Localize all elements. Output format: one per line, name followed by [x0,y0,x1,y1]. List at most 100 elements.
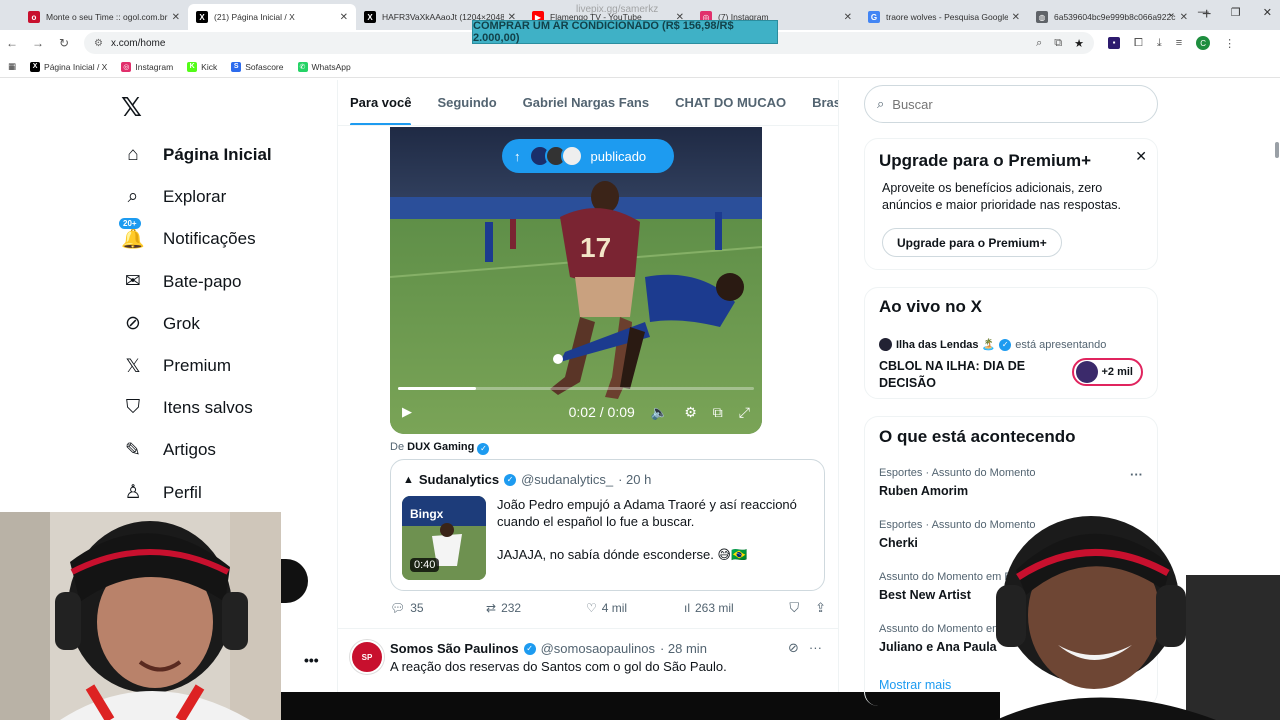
timeline-tab[interactable]: Para você [350,80,412,125]
timeline-tab[interactable]: Seguindo [437,80,496,125]
quoted-video-thumbnail[interactable]: Bingx 0:40 [402,496,486,580]
browser-tab[interactable]: X (21) Página Inicial / X ✕ [188,4,356,30]
svg-text:Bingx: Bingx [410,507,444,521]
pip-icon[interactable]: ⧉ [713,404,723,421]
zoom-icon[interactable]: ⌕ [1036,37,1042,50]
bookmark-favicon-icon: K [187,61,198,72]
verified-icon: ✓ [477,443,490,455]
settings-gear-icon[interactable]: ⚙ [684,404,697,421]
x-logo-icon[interactable]: 𝕏 [121,92,142,123]
live-host-row[interactable]: Ilha das Lendas 🏝️ ✓ está apresentando [879,338,1106,351]
reload-icon[interactable]: ↻ [58,36,70,50]
repost-button[interactable]: ⇄ 232 [486,601,586,615]
site-info-icon[interactable]: ⚙ [94,38,103,49]
nav-item-x-premium[interactable]: 𝕏 Premium [121,345,272,387]
grok-icon: ⊘ [125,313,141,335]
extension-icon[interactable]: ▪ [1108,37,1120,49]
search-input[interactable] [892,96,1123,112]
nav-item-label: Premium [163,356,232,376]
svg-text:17: 17 [580,232,611,263]
profile-avatar[interactable]: C [1196,36,1211,50]
reply-count: 35 [410,601,424,615]
close-icon[interactable]: ✕ [340,12,348,23]
puzzle-icon[interactable]: ⧠ [1134,37,1143,50]
bookmark-item[interactable]: ✆ WhatsApp [297,61,351,72]
apps-grid-icon[interactable]: ▦ [8,61,16,72]
close-icon[interactable]: ✕ [1263,6,1272,19]
quoted-author-handle[interactable]: @sudanalytics_ [521,472,613,487]
nav-item-bell[interactable]: 🔔 20+ Notificações [119,218,272,260]
browser-tab[interactable]: o Monte o seu Time :: ogol.com.br ✕ [20,4,188,30]
like-button[interactable]: ♡ 4 mil [586,601,684,615]
upgrade-premium-button[interactable]: Upgrade para o Premium+ [882,228,1062,257]
share-icon[interactable]: ⇪ [815,600,826,616]
bookmark-item[interactable]: X Página Inicial / X [30,61,107,72]
nav-item-label: Grok [163,313,200,333]
timeline-tab[interactable]: CHAT DO MUCAO [675,80,786,125]
forward-icon[interactable]: → [32,36,44,50]
nav-item-article[interactable]: ✎ Artigos [121,429,272,471]
premium-description: Aproveite os benefícios adicionais, zero… [882,181,1122,212]
media-icon[interactable]: ≡ [1176,37,1182,49]
more-icon[interactable]: ··· [809,640,822,656]
tab-title: (21) Página Inicial / X [214,12,295,22]
author-handle[interactable]: @somosaopaulinos [541,641,655,656]
quoted-author-name[interactable]: Sudanalytics [419,472,499,487]
close-icon[interactable]: ✕ [172,12,180,23]
new-posts-pill[interactable]: ↑ publicado [502,139,674,173]
nav-item-bookmark[interactable]: ⛉ Itens salvos [121,387,272,429]
reply-button[interactable]: 💬︎ 35 [390,601,486,615]
close-icon[interactable]: ✕ [1012,12,1020,23]
minimize-icon[interactable]: — [1198,6,1209,19]
bookmark-item[interactable]: K Kick [187,61,217,72]
fullscreen-icon[interactable]: ⤢ [739,404,750,421]
cast-icon[interactable]: ⧉ [1054,37,1062,50]
video-player[interactable]: 17 ↑ publicado ▶ 0:02 / 0:09 🔈 ⚙ ⧉ ⤢ [390,127,762,434]
post-button[interactable] [278,559,308,603]
close-icon[interactable]: ✕ [844,12,852,23]
search-box[interactable]: ⌕ [864,85,1158,123]
grok-icon[interactable]: ⊘ [788,640,799,656]
bookmark-item[interactable]: S Sofascore [231,61,284,72]
bookmark-icon[interactable]: ⛉ [789,600,799,616]
sudanalytics-logo-icon: ▲ [403,473,414,486]
author-name[interactable]: Somos São Paulinos [390,641,519,656]
account-menu-icon[interactable]: ••• [304,652,319,668]
scrollbar-thumb[interactable] [1275,142,1279,158]
nav-item-mail[interactable]: ✉ Bate-papo [121,261,272,303]
close-icon[interactable]: ✕ [1135,148,1147,165]
menu-dots-icon[interactable]: ⋮ [1224,37,1235,50]
mail-icon: ✉ [125,271,141,293]
bookmark-item[interactable]: ◎ Instagram [121,61,173,72]
from-account-link[interactable]: DUX Gaming [407,441,474,453]
quoted-post-time: · 20 h [618,472,652,487]
browser-tab[interactable]: Gtraore wolves - Pesquisa Google ✕ [860,4,1028,30]
timeline-tab[interactable]: Gabriel Nargas Fans [523,80,649,125]
post-divider [338,628,838,629]
nav-item-grok[interactable]: ⊘ Grok [121,303,272,345]
search-icon: ⌕ [127,186,139,208]
avatar[interactable]: SP [350,640,384,674]
show-more-link[interactable]: Mostrar mais [879,678,951,692]
listeners-count: +2 mil [1101,366,1134,378]
star-icon[interactable]: ★ [1074,37,1084,50]
timeline-tab[interactable]: Brasileirão [812,80,838,125]
trends-title: O que está acontecendo [879,427,1076,446]
nav-item-search[interactable]: ⌕ Explorar [121,176,272,218]
live-listeners-pill[interactable]: +2 mil [1071,358,1143,386]
nav-item-home[interactable]: ⌂ Página Inicial [121,134,271,176]
back-icon[interactable]: ← [6,36,18,50]
avatar-stack [528,145,583,167]
download-icon[interactable]: ⤓ [1157,37,1162,50]
volume-icon[interactable]: 🔈 [651,404,668,421]
quoted-post[interactable]: ▲ Sudanalytics ✓ @sudanalytics_ · 20 h B… [390,459,825,591]
chevron-down-icon[interactable]: ⌄ [1167,6,1176,19]
maximize-icon[interactable]: ❐ [1231,6,1241,19]
play-icon[interactable]: ▶ [402,404,412,420]
trend-item[interactable]: Esportes · Assunto do Momento Ruben Amori… [879,467,1139,498]
bookmark-favicon-icon: ✆ [297,61,308,72]
views-button[interactable]: ıl 263 mil [684,601,784,615]
arrow-up-icon: ↑ [514,148,521,164]
live-event-title[interactable]: CBLOL NA ILHA: DIA DE DECISÃO [879,358,1059,392]
nav-item-profile[interactable]: ♙ Perfil [121,472,272,514]
